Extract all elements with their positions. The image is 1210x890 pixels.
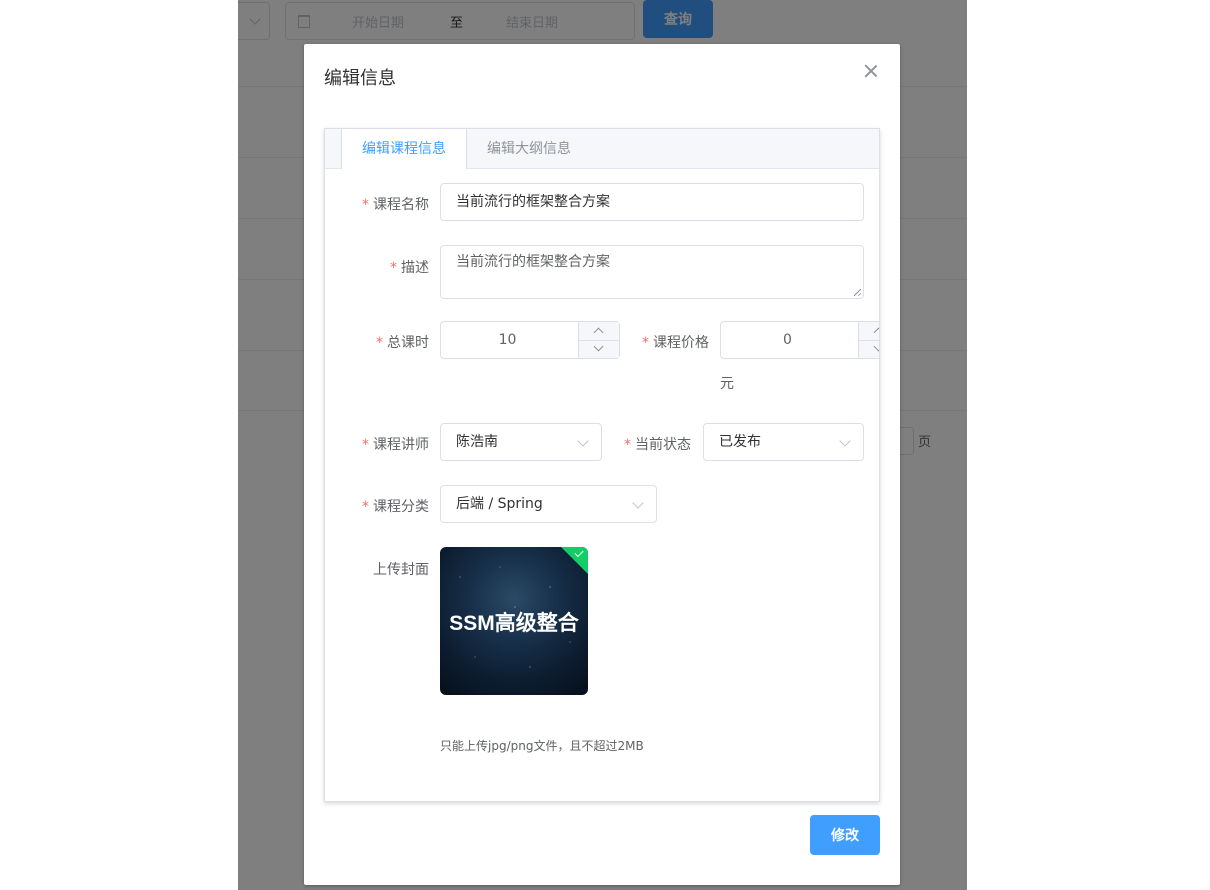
tabs-card: 编辑课程信息 编辑大纲信息 * 课程名称 当前流行的框架整合方案 * 描述 当前流行… [324, 128, 880, 802]
total-hours-stepper [578, 322, 619, 358]
description-text: 当前流行的框架整合方案 [456, 254, 610, 270]
required-star: * [362, 437, 369, 453]
chevron-down-icon [632, 497, 644, 509]
price-input[interactable]: 0 [720, 321, 879, 359]
increase-icon[interactable] [859, 322, 879, 341]
total-hours-label: * 总课时 [376, 335, 429, 351]
tab-bar: 编辑课程信息 编辑大纲信息 [325, 129, 879, 169]
teacher-label: * 课程讲师 [362, 437, 429, 453]
price-stepper [858, 322, 879, 358]
required-star: * [362, 197, 369, 213]
required-star: * [362, 499, 369, 515]
course-name-input[interactable]: 当前流行的框架整合方案 [440, 183, 864, 221]
total-hours-value: 10 [498, 332, 517, 348]
total-hours-input[interactable]: 10 [440, 321, 620, 359]
cover-image-text: SSM高级整合 [449, 612, 579, 635]
required-star: * [390, 260, 397, 276]
course-name-label: * 课程名称 [362, 197, 429, 213]
price-value: 0 [783, 332, 792, 348]
chevron-down-icon [577, 435, 589, 447]
decrease-icon[interactable] [859, 340, 879, 358]
edit-dialog: 编辑信息 编辑课程信息 编辑大纲信息 * 课程名称 当前流行的框架整合方案 * 描述… [304, 44, 900, 885]
increase-icon[interactable] [579, 322, 619, 341]
tab-edit-course-info[interactable]: 编辑课程信息 [341, 129, 467, 169]
status-value: 已发布 [719, 434, 761, 450]
price-unit: 元 [720, 376, 734, 392]
decrease-icon[interactable] [579, 340, 619, 358]
category-label: * 课程分类 [362, 499, 429, 515]
category-value: 后端 / Spring [456, 496, 543, 512]
cover-label: 上传封面 [373, 562, 429, 578]
description-textarea[interactable]: 当前流行的框架整合方案 [440, 245, 864, 299]
upload-tip: 只能上传jpg/png文件，且不超过2MB [440, 739, 644, 753]
category-cascader[interactable]: 后端 / Spring [440, 485, 657, 523]
tab-edit-outline-info[interactable]: 编辑大纲信息 [467, 129, 591, 168]
required-star: * [624, 437, 631, 453]
dialog-title: 编辑信息 [324, 68, 396, 89]
teacher-value: 陈浩南 [456, 434, 498, 450]
price-label: * 课程价格 [642, 335, 709, 351]
submit-button[interactable]: 修改 [810, 815, 880, 855]
required-star: * [642, 335, 649, 351]
required-star: * [376, 335, 383, 351]
cover-image[interactable]: SSM高级整合 [440, 547, 588, 695]
chevron-down-icon [839, 435, 851, 447]
close-icon[interactable] [864, 64, 878, 78]
description-label: * 描述 [390, 260, 429, 276]
resize-handle-icon[interactable] [854, 289, 861, 296]
status-select[interactable]: 已发布 [703, 423, 864, 461]
status-label: * 当前状态 [624, 437, 691, 453]
teacher-select[interactable]: 陈浩南 [440, 423, 602, 461]
